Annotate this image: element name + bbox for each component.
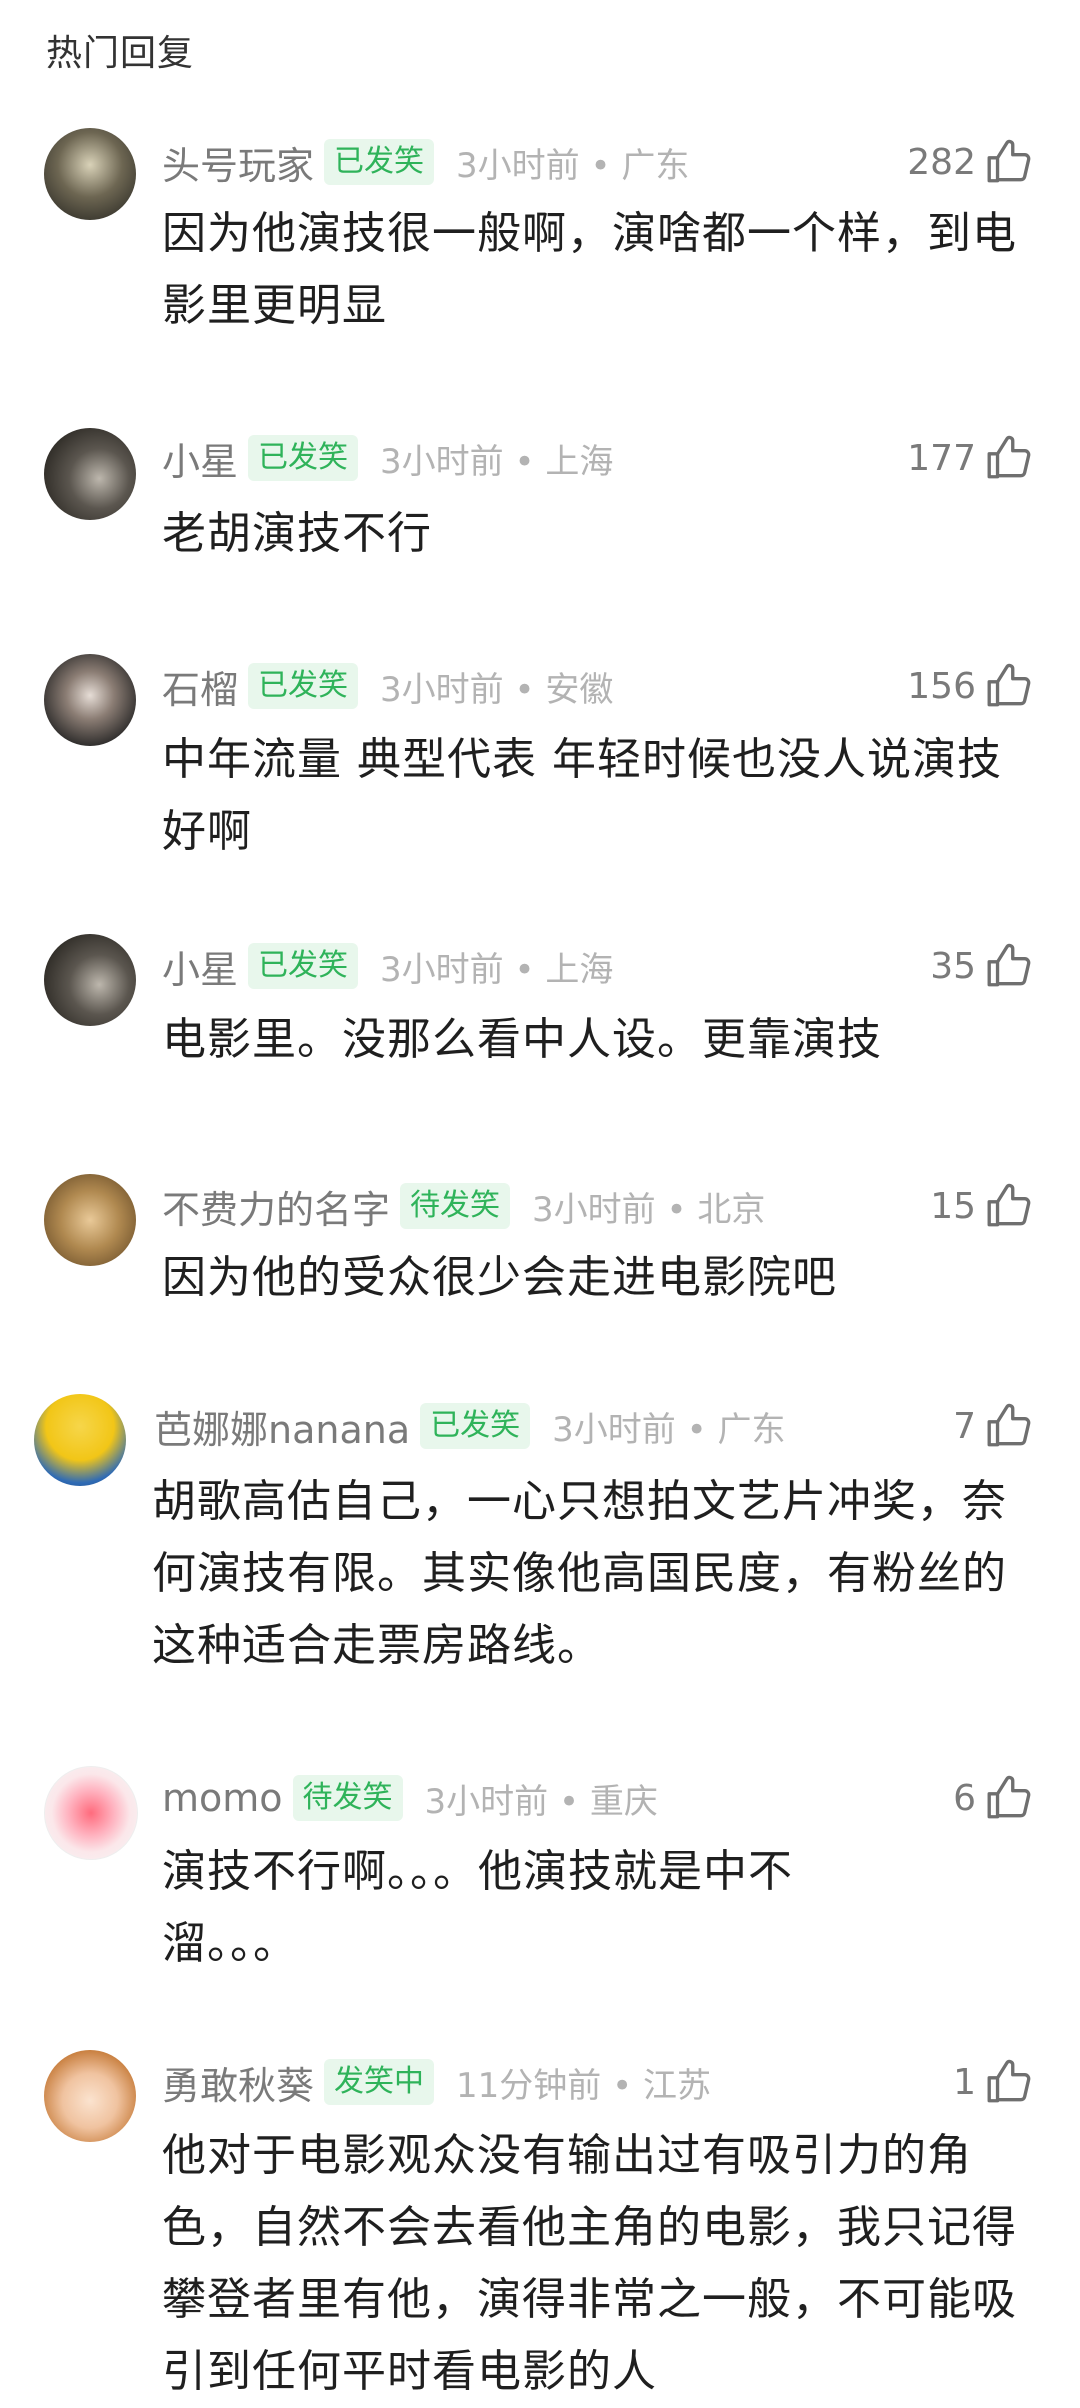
comments-page: 热门回复 头号玩家 已发笑 3小时前 • 广东 282 因为他演技很一般啊，演啥… xyxy=(0,0,1080,2402)
comment-time: 3小时前 xyxy=(532,1189,656,1230)
thumbs-up-icon xyxy=(987,943,1031,987)
section-title: 热门回复 xyxy=(46,33,195,74)
laugh-status-badge: 待发笑 xyxy=(400,1183,511,1229)
comment-location: 重庆 xyxy=(589,1781,658,1822)
comment-text: 演技不行啊。。。他演技就是中不溜。。。 xyxy=(162,1846,793,1969)
comment-text: 胡歌高估自己，一心只想拍文艺片冲奖，奈何演技有限。其实像他高国民度，有粉丝的这种… xyxy=(152,1476,1007,1671)
like-button[interactable]: 1 xyxy=(953,2052,1034,2112)
username[interactable]: momo xyxy=(162,1776,283,1820)
thumbs-up-icon xyxy=(987,1183,1031,1227)
avatar[interactable] xyxy=(44,128,136,220)
comment-time: 3小时前 xyxy=(456,145,580,186)
thumbs-up-icon xyxy=(987,139,1031,183)
comment-meta: 不费力的名字 待发笑 3小时前 • 北京 xyxy=(162,1176,765,1236)
time-location: 3小时前 • 上海 xyxy=(380,942,613,991)
comment-text: 因为他的受众很少会走进电影院吧 xyxy=(162,1252,837,1303)
comment-meta: 小星 已发笑 3小时前 • 上海 xyxy=(162,936,613,996)
comment-text: 他对于电影观众没有输出过有吸引力的角色，自然不会去看他主角的电影，我只记得攀登者… xyxy=(162,2130,1017,2397)
username[interactable]: 勇敢秋葵 xyxy=(162,2055,314,2110)
comment-location: 安徽 xyxy=(545,669,614,710)
separator: • xyxy=(558,1781,580,1822)
separator: • xyxy=(514,441,535,482)
comment-location: 北京 xyxy=(697,1189,766,1230)
comment-meta: 小星 已发笑 3小时前 • 上海 xyxy=(162,428,613,488)
laugh-status-badge: 发笑中 xyxy=(324,2059,435,2105)
laugh-status-badge: 已发笑 xyxy=(248,943,359,989)
laugh-status-badge: 已发笑 xyxy=(248,663,359,709)
avatar[interactable] xyxy=(34,1394,126,1486)
comment-text: 中年流量 典型代表 年轻时候也没人说演技好啊 xyxy=(162,734,1002,857)
thumbs-up-icon xyxy=(987,1775,1031,1819)
comment-time: 11分钟前 xyxy=(456,2065,602,2106)
like-count: 15 xyxy=(930,1185,976,1227)
separator: • xyxy=(612,2065,633,2106)
like-button[interactable]: 282 xyxy=(907,132,1034,192)
like-button[interactable]: 35 xyxy=(930,936,1034,996)
laugh-status-badge: 待发笑 xyxy=(292,1775,403,1821)
avatar[interactable] xyxy=(44,934,136,1026)
comment-meta: 芭娜娜nanana 已发笑 3小时前 • 广东 xyxy=(154,1396,785,1456)
avatar[interactable] xyxy=(44,1174,136,1266)
time-location: 3小时前 • 上海 xyxy=(380,434,613,483)
thumbs-up-icon xyxy=(987,435,1031,479)
like-count: 7 xyxy=(953,1405,976,1447)
comment-text: 电影里。没那么看中人设。更靠演技 xyxy=(162,1014,882,1065)
like-count: 177 xyxy=(907,437,976,479)
like-count: 1 xyxy=(953,2061,976,2103)
time-location: 3小时前 • 北京 xyxy=(532,1182,765,1231)
comment-meta: momo 待发笑 3小时前 • 重庆 xyxy=(162,1768,658,1828)
like-button[interactable]: 156 xyxy=(907,656,1034,716)
like-count: 6 xyxy=(953,1777,976,1819)
comment-meta: 勇敢秋葵 发笑中 11分钟前 • 江苏 xyxy=(162,2052,711,2112)
comment-meta: 头号玩家 已发笑 3小时前 • 广东 xyxy=(162,132,689,192)
comment-time: 3小时前 xyxy=(380,949,504,990)
comment-time: 3小时前 xyxy=(552,1409,676,1450)
avatar[interactable] xyxy=(44,428,136,520)
thumbs-up-icon xyxy=(987,2059,1031,2103)
separator: • xyxy=(686,1409,707,1450)
comment-text: 因为他演技很一般啊，演啥都一个样，到电影里更明显 xyxy=(162,208,1017,331)
like-count: 282 xyxy=(907,141,976,183)
laugh-status-badge: 已发笑 xyxy=(420,1403,531,1449)
comment-location: 上海 xyxy=(545,949,614,990)
time-location: 3小时前 • 广东 xyxy=(456,138,689,187)
avatar[interactable] xyxy=(44,2050,136,2142)
like-button[interactable]: 7 xyxy=(953,1396,1034,1456)
thumbs-up-icon xyxy=(987,1403,1031,1447)
comment-location: 江苏 xyxy=(642,2065,711,2106)
like-button[interactable]: 6 xyxy=(953,1768,1034,1828)
thumbs-up-icon xyxy=(987,663,1031,707)
like-count: 35 xyxy=(930,945,976,987)
comment-text: 老胡演技不行 xyxy=(162,508,432,559)
time-location: 3小时前 • 广东 xyxy=(552,1402,785,1451)
username[interactable]: 小星 xyxy=(162,431,238,486)
laugh-status-badge: 已发笑 xyxy=(248,435,359,481)
username[interactable]: 头号玩家 xyxy=(162,135,314,190)
separator: • xyxy=(590,145,611,186)
avatar[interactable] xyxy=(44,654,136,746)
like-count: 156 xyxy=(907,665,976,707)
username[interactable]: 石榴 xyxy=(162,659,238,714)
like-button[interactable]: 15 xyxy=(930,1176,1034,1236)
separator: • xyxy=(514,949,535,990)
comment-time: 3小时前 xyxy=(424,1781,549,1822)
separator: • xyxy=(514,669,535,710)
time-location: 3小时前 • 安徽 xyxy=(380,662,613,711)
comment-location: 广东 xyxy=(621,145,690,186)
username[interactable]: 芭娜娜nanana xyxy=(154,1399,410,1454)
separator: • xyxy=(666,1189,687,1230)
like-button[interactable]: 177 xyxy=(907,428,1034,488)
username[interactable]: 不费力的名字 xyxy=(162,1179,390,1234)
comment-time: 3小时前 xyxy=(380,441,504,482)
avatar[interactable] xyxy=(44,1766,138,1860)
username[interactable]: 小星 xyxy=(162,939,238,994)
time-location: 3小时前 • 重庆 xyxy=(425,1774,658,1823)
comment-location: 上海 xyxy=(545,441,614,482)
comment-meta: 石榴 已发笑 3小时前 • 安徽 xyxy=(162,656,613,716)
time-location: 11分钟前 • 江苏 xyxy=(456,2058,711,2107)
laugh-status-badge: 已发笑 xyxy=(324,139,435,185)
comment-time: 3小时前 xyxy=(380,669,504,710)
comment-location: 广东 xyxy=(717,1409,786,1450)
